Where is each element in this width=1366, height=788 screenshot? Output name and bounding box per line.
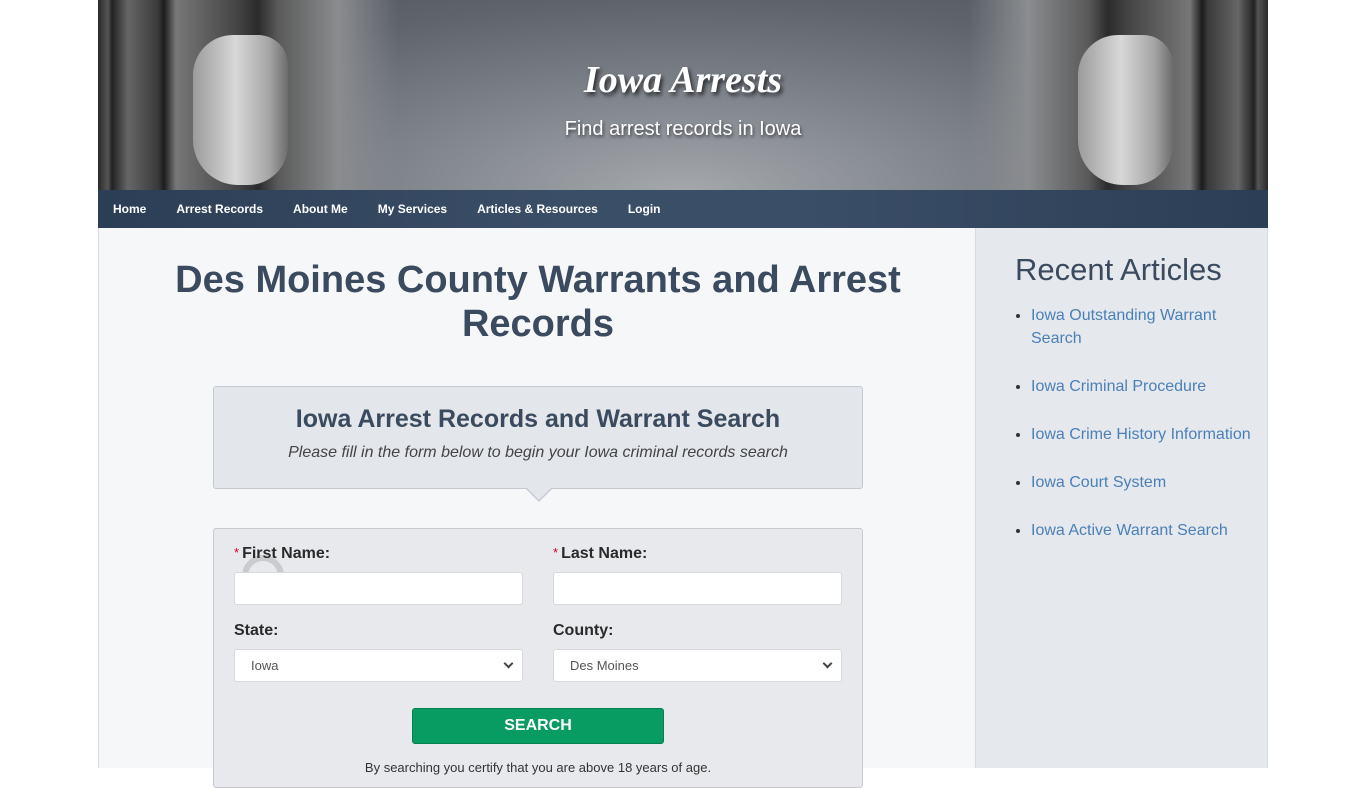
county-group: County: Des Moines bbox=[553, 622, 842, 682]
nav-my-services[interactable]: My Services bbox=[378, 202, 447, 216]
search-button[interactable]: SEARCH bbox=[412, 708, 664, 744]
site-tagline: Find arrest records in Iowa bbox=[564, 118, 802, 140]
recent-articles-heading: Recent Articles bbox=[1015, 252, 1222, 287]
nav-about-me[interactable]: About Me bbox=[293, 202, 348, 216]
article-link[interactable]: Iowa Criminal Procedure bbox=[1031, 378, 1206, 395]
site-header: Iowa Arrests Find arrest records in Iowa bbox=[98, 0, 1268, 190]
state-group: State: Iowa bbox=[234, 622, 523, 682]
last-name-label: * Last Name: bbox=[553, 545, 648, 562]
article-link[interactable]: Iowa Crime History Information bbox=[1031, 426, 1251, 443]
county-selected-value: Des Moines bbox=[570, 658, 639, 673]
search-form: * First Name: * Last Name: State: Iowa Cou… bbox=[213, 528, 863, 788]
nav-articles-resources[interactable]: Articles & Resources bbox=[477, 202, 598, 216]
main-nav: Home Arrest Records About Me My Services… bbox=[98, 190, 1268, 228]
first-name-label: * First Name: bbox=[234, 545, 331, 562]
nav-arrest-records[interactable]: Arrest Records bbox=[176, 202, 263, 216]
last-name-group: * Last Name: bbox=[553, 545, 842, 605]
chevron-down-icon bbox=[503, 658, 514, 669]
list-item: Iowa Active Warrant Search bbox=[1031, 519, 1261, 542]
list-item: Iowa Court System bbox=[1031, 471, 1261, 494]
promo-arrow-icon bbox=[526, 488, 552, 502]
county-label: County: bbox=[553, 622, 614, 639]
article-link[interactable]: Iowa Court System bbox=[1031, 474, 1166, 491]
county-select[interactable]: Des Moines bbox=[553, 649, 842, 682]
state-label: State: bbox=[234, 622, 279, 639]
nav-home[interactable]: Home bbox=[113, 202, 146, 216]
promo-subheading: Please fill in the form below to begin y… bbox=[288, 444, 788, 461]
required-marker: * bbox=[553, 545, 559, 560]
state-select[interactable]: Iowa bbox=[234, 649, 523, 682]
list-item: Iowa Crime History Information bbox=[1031, 423, 1261, 446]
recent-articles-list: Iowa Outstanding Warrant Search Iowa Cri… bbox=[1031, 304, 1261, 567]
last-name-input[interactable] bbox=[553, 572, 842, 605]
site-title[interactable]: Iowa Arrests bbox=[98, 58, 1268, 102]
list-item: Iowa Criminal Procedure bbox=[1031, 375, 1261, 398]
first-name-group: * First Name: bbox=[234, 545, 523, 605]
promo-heading: Iowa Arrest Records and Warrant Search bbox=[295, 405, 781, 433]
page-container: Iowa Arrests Find arrest records in Iowa… bbox=[98, 0, 1268, 788]
article-link[interactable]: Iowa Active Warrant Search bbox=[1031, 522, 1228, 539]
main-content: Des Moines County Warrants and Arrest Re… bbox=[98, 228, 975, 788]
chevron-down-icon bbox=[822, 658, 833, 669]
list-item: Iowa Outstanding Warrant Search bbox=[1031, 304, 1261, 350]
sidebar: Recent Articles Iowa Outstanding Warrant… bbox=[975, 228, 1268, 768]
nav-login[interactable]: Login bbox=[628, 202, 661, 216]
required-marker: * bbox=[234, 545, 240, 560]
search-promo-box: Iowa Arrest Records and Warrant Search P… bbox=[213, 386, 863, 502]
article-link[interactable]: Iowa Outstanding Warrant Search bbox=[1031, 307, 1216, 347]
page-title: Des Moines County Warrants and Arrest Re… bbox=[175, 259, 901, 345]
state-selected-value: Iowa bbox=[251, 658, 279, 673]
first-name-input[interactable] bbox=[234, 572, 523, 605]
